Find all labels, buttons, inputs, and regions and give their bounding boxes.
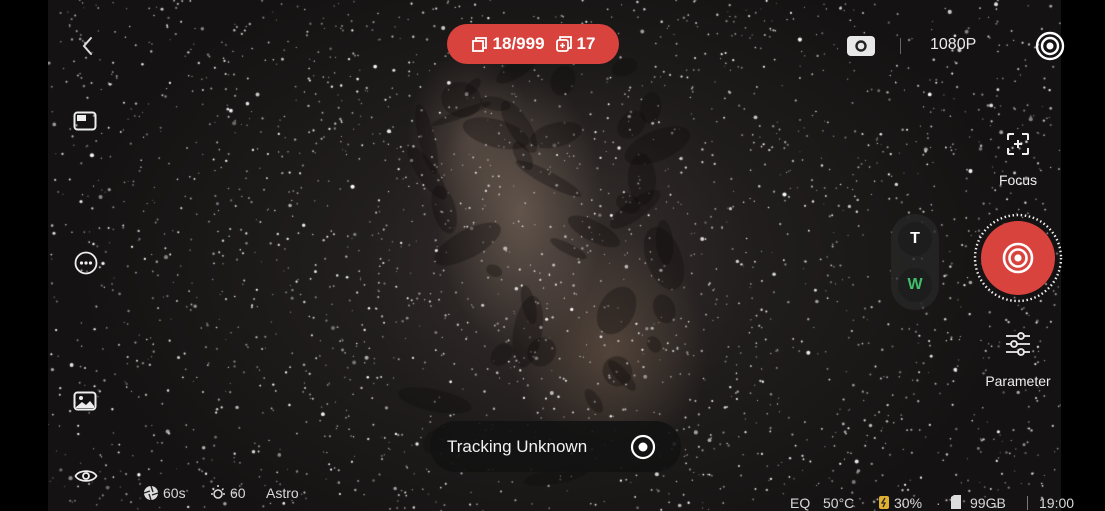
parameter-label[interactable]: Parameter bbox=[976, 373, 1060, 389]
parameter-sliders-icon bbox=[1006, 332, 1030, 356]
clock-time: 19:00 bbox=[1039, 495, 1075, 511]
aperture-icon bbox=[143, 485, 159, 501]
camera-app: 18/999 17 1080P Focus T W Parameter Trac… bbox=[0, 0, 1105, 511]
shooting-mode: Astro bbox=[266, 485, 299, 501]
zoom-tele-button[interactable]: T bbox=[898, 222, 932, 256]
shutter-icon bbox=[973, 213, 1063, 303]
right-edge bbox=[1061, 0, 1105, 511]
left-edge bbox=[0, 0, 48, 511]
camera-mode-icon bbox=[847, 36, 875, 56]
record-stop-icon[interactable] bbox=[630, 434, 656, 460]
exposure-time: 60s bbox=[163, 485, 186, 501]
gallery-icon bbox=[73, 391, 97, 411]
mount-mode: EQ bbox=[790, 495, 811, 511]
target-icon bbox=[1035, 31, 1065, 61]
tracking-status-pill[interactable]: Tracking Unknown bbox=[430, 421, 681, 472]
stack-count: 17 bbox=[576, 34, 596, 53]
visibility-toggle[interactable] bbox=[72, 464, 100, 488]
capture-counter: 18/999 17 bbox=[447, 24, 619, 64]
shutter-button[interactable] bbox=[970, 213, 1066, 303]
stack-frames-icon bbox=[471, 37, 487, 52]
frames-count: 18/999 bbox=[492, 34, 545, 53]
parameter-button[interactable] bbox=[1003, 331, 1033, 357]
more-button[interactable] bbox=[73, 250, 99, 276]
status-separator: · bbox=[936, 495, 941, 511]
back-icon bbox=[82, 37, 92, 55]
focus-button[interactable] bbox=[1004, 130, 1032, 158]
focus-icon bbox=[1007, 133, 1029, 155]
battery-level: 30% bbox=[894, 495, 923, 511]
gallery-button[interactable] bbox=[70, 388, 100, 414]
gain-value: 60 bbox=[230, 485, 246, 501]
back-button[interactable] bbox=[76, 34, 100, 58]
temperature: 50°C bbox=[823, 495, 855, 511]
more-icon bbox=[74, 251, 98, 275]
camera-mode-button[interactable] bbox=[845, 33, 877, 59]
divider bbox=[900, 38, 901, 54]
stack-copy-icon bbox=[555, 36, 572, 52]
sd-card-icon bbox=[951, 495, 961, 509]
battery-icon bbox=[879, 496, 889, 509]
storage-free: 99GB bbox=[970, 495, 1006, 511]
divider bbox=[1027, 496, 1028, 510]
resolution-button[interactable]: 1080P bbox=[930, 36, 976, 54]
pip-button[interactable] bbox=[70, 108, 100, 134]
tracking-status: Tracking Unknown bbox=[447, 437, 588, 456]
focus-label[interactable]: Focus bbox=[988, 172, 1048, 188]
eye-icon bbox=[74, 470, 98, 482]
brightness-icon bbox=[211, 485, 225, 499]
zoom-control: T W bbox=[891, 214, 939, 310]
zoom-wide-button[interactable]: W bbox=[898, 268, 932, 302]
picture-in-picture-icon bbox=[73, 111, 97, 131]
target-button[interactable] bbox=[1034, 30, 1066, 62]
